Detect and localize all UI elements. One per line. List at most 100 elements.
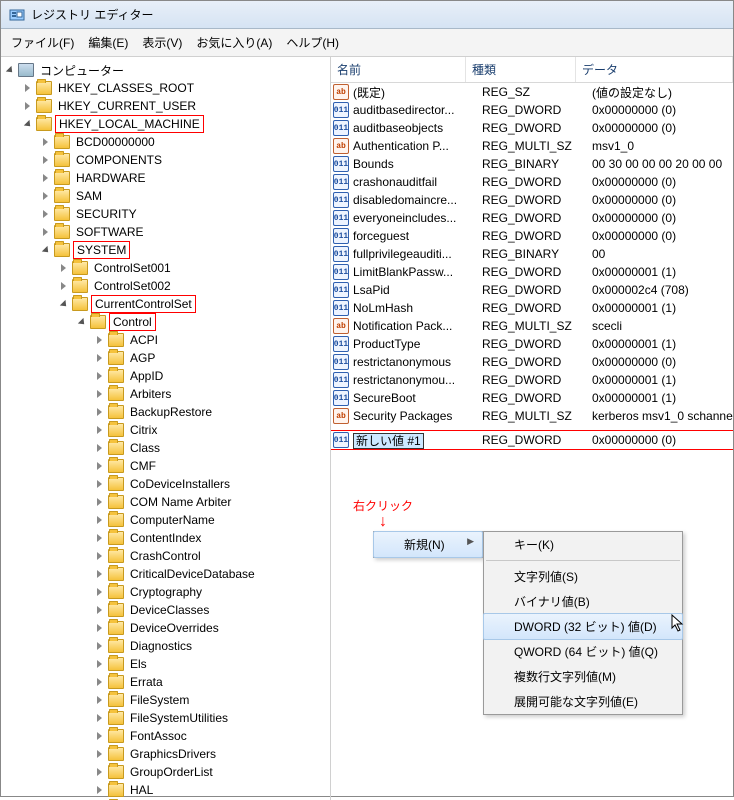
menu-view[interactable]: 表示(V) xyxy=(136,32,188,53)
list-row[interactable]: abNotification Pack...REG_MULTI_SZscecli xyxy=(331,317,733,335)
tree-item[interactable]: コンピューター xyxy=(1,61,330,79)
tree-item[interactable]: Errata xyxy=(91,673,330,691)
tree-item[interactable]: Els xyxy=(91,655,330,673)
tree-item[interactable]: HKEY_CURRENT_USER xyxy=(19,97,330,115)
col-header-data[interactable]: データ xyxy=(576,57,733,82)
expander-collapsed-icon[interactable] xyxy=(93,748,105,760)
expander-expanded-icon[interactable] xyxy=(3,64,15,76)
submenu-expand[interactable]: 展開可能な文字列値(E) xyxy=(484,689,682,714)
tree-item[interactable]: ContentIndex xyxy=(91,529,330,547)
submenu-dword[interactable]: DWORD (32 ビット) 値(D) xyxy=(483,613,683,640)
expander-collapsed-icon[interactable] xyxy=(93,730,105,742)
submenu-binary[interactable]: バイナリ値(B) xyxy=(484,589,682,614)
list-row[interactable]: 011auditbasedirector...REG_DWORD0x000000… xyxy=(331,101,733,119)
expander-collapsed-icon[interactable] xyxy=(93,460,105,472)
expander-collapsed-icon[interactable] xyxy=(93,676,105,688)
list-row[interactable]: 011crashonauditfailREG_DWORD0x00000000 (… xyxy=(331,173,733,191)
menu-file[interactable]: ファイル(F) xyxy=(5,32,80,53)
expander-expanded-icon[interactable] xyxy=(57,298,69,310)
list-row[interactable]: 011disabledomaincre...REG_DWORD0x0000000… xyxy=(331,191,733,209)
list-row[interactable]: 011ProductTypeREG_DWORD0x00000001 (1) xyxy=(331,335,733,353)
list-pane[interactable]: 名前 種類 データ ab(既定)REG_SZ(値の設定なし)011auditba… xyxy=(331,57,733,800)
tree-item[interactable]: ACPI xyxy=(91,331,330,349)
list-row[interactable]: 011LimitBlankPassw...REG_DWORD0x00000001… xyxy=(331,263,733,281)
list-row[interactable]: abAuthentication P...REG_MULTI_SZmsv1_0 xyxy=(331,137,733,155)
tree-item[interactable]: ControlSet001 xyxy=(55,259,330,277)
expander-collapsed-icon[interactable] xyxy=(21,82,33,94)
tree-item[interactable]: CurrentControlSet xyxy=(55,295,330,313)
menu-favorites[interactable]: お気に入り(A) xyxy=(190,32,278,53)
tree-item[interactable]: DeviceClasses xyxy=(91,601,330,619)
expander-collapsed-icon[interactable] xyxy=(93,442,105,454)
expander-collapsed-icon[interactable] xyxy=(39,154,51,166)
expander-expanded-icon[interactable] xyxy=(21,118,33,130)
submenu-qword[interactable]: QWORD (64 ビット) 値(Q) xyxy=(484,639,682,664)
expander-collapsed-icon[interactable] xyxy=(93,586,105,598)
list-row[interactable]: 011LsaPidREG_DWORD0x000002c4 (708) xyxy=(331,281,733,299)
tree-item[interactable]: HKEY_LOCAL_MACHINE xyxy=(19,115,330,133)
tree-item[interactable]: COM Name Arbiter xyxy=(91,493,330,511)
expander-collapsed-icon[interactable] xyxy=(93,604,105,616)
expander-collapsed-icon[interactable] xyxy=(93,424,105,436)
expander-collapsed-icon[interactable] xyxy=(93,388,105,400)
list-row[interactable]: 011BoundsREG_BINARY00 30 00 00 00 20 00 … xyxy=(331,155,733,173)
tree-item[interactable]: Cryptography xyxy=(91,583,330,601)
tree-item[interactable]: FileSystemUtilities xyxy=(91,709,330,727)
context-new[interactable]: 新規(N) xyxy=(373,531,483,558)
expander-collapsed-icon[interactable] xyxy=(93,514,105,526)
expander-collapsed-icon[interactable] xyxy=(93,784,105,796)
list-row[interactable]: abSecurity PackagesREG_MULTI_SZkerberos … xyxy=(331,407,733,425)
expander-collapsed-icon[interactable] xyxy=(93,694,105,706)
expander-collapsed-icon[interactable] xyxy=(93,406,105,418)
tree-item[interactable]: CrashControl xyxy=(91,547,330,565)
expander-collapsed-icon[interactable] xyxy=(93,712,105,724)
expander-collapsed-icon[interactable] xyxy=(39,172,51,184)
expander-collapsed-icon[interactable] xyxy=(57,280,69,292)
expander-collapsed-icon[interactable] xyxy=(93,370,105,382)
tree-item[interactable]: Citrix xyxy=(91,421,330,439)
submenu-multi[interactable]: 複数行文字列値(M) xyxy=(484,664,682,689)
tree-item[interactable]: GraphicsDrivers xyxy=(91,745,330,763)
tree-item[interactable]: FontAssoc xyxy=(91,727,330,745)
tree-pane[interactable]: コンピューターHKEY_CLASSES_ROOTHKEY_CURRENT_USE… xyxy=(1,57,331,800)
tree-item[interactable]: Class xyxy=(91,439,330,457)
expander-collapsed-icon[interactable] xyxy=(93,622,105,634)
list-row[interactable]: 011everyoneincludes...REG_DWORD0x0000000… xyxy=(331,209,733,227)
expander-collapsed-icon[interactable] xyxy=(93,334,105,346)
list-row[interactable]: 011auditbaseobjectsREG_DWORD0x00000000 (… xyxy=(331,119,733,137)
list-row[interactable]: 011新しい値 #1REG_DWORD0x00000000 (0) xyxy=(331,431,733,449)
tree-item[interactable]: ComputerName xyxy=(91,511,330,529)
expander-collapsed-icon[interactable] xyxy=(93,550,105,562)
tree-item[interactable]: BackupRestore xyxy=(91,403,330,421)
list-row[interactable]: 011forceguestREG_DWORD0x00000000 (0) xyxy=(331,227,733,245)
expander-collapsed-icon[interactable] xyxy=(93,496,105,508)
submenu-key[interactable]: キー(K) xyxy=(484,532,682,557)
expander-collapsed-icon[interactable] xyxy=(93,532,105,544)
expander-expanded-icon[interactable] xyxy=(39,244,51,256)
tree-item[interactable]: SECURITY xyxy=(37,205,330,223)
list-row[interactable]: 011SecureBootREG_DWORD0x00000001 (1) xyxy=(331,389,733,407)
tree-item[interactable]: HAL xyxy=(91,781,330,799)
tree-item[interactable]: CoDeviceInstallers xyxy=(91,475,330,493)
context-submenu-new[interactable]: キー(K) 文字列値(S) バイナリ値(B) DWORD (32 ビット) 値(… xyxy=(483,531,683,715)
expander-collapsed-icon[interactable] xyxy=(39,136,51,148)
menu-edit[interactable]: 編集(E) xyxy=(82,32,134,53)
tree-item[interactable]: BCD00000000 xyxy=(37,133,330,151)
expander-collapsed-icon[interactable] xyxy=(39,226,51,238)
submenu-string[interactable]: 文字列値(S) xyxy=(484,564,682,589)
expander-collapsed-icon[interactable] xyxy=(39,190,51,202)
tree-item[interactable]: Control xyxy=(73,313,330,331)
tree-item[interactable]: SAM xyxy=(37,187,330,205)
tree-item[interactable]: FileSystem xyxy=(91,691,330,709)
menu-help[interactable]: ヘルプ(H) xyxy=(280,32,345,53)
expander-collapsed-icon[interactable] xyxy=(57,262,69,274)
expander-collapsed-icon[interactable] xyxy=(93,640,105,652)
col-header-name[interactable]: 名前 xyxy=(331,57,466,82)
tree-item[interactable]: DeviceOverrides xyxy=(91,619,330,637)
tree-item[interactable]: COMPONENTS xyxy=(37,151,330,169)
tree-item[interactable]: HKEY_CLASSES_ROOT xyxy=(19,79,330,97)
col-header-type[interactable]: 種類 xyxy=(466,57,576,82)
tree-item[interactable]: CriticalDeviceDatabase xyxy=(91,565,330,583)
expander-collapsed-icon[interactable] xyxy=(93,352,105,364)
list-row[interactable]: 011fullprivilegeauditi...REG_BINARY00 xyxy=(331,245,733,263)
